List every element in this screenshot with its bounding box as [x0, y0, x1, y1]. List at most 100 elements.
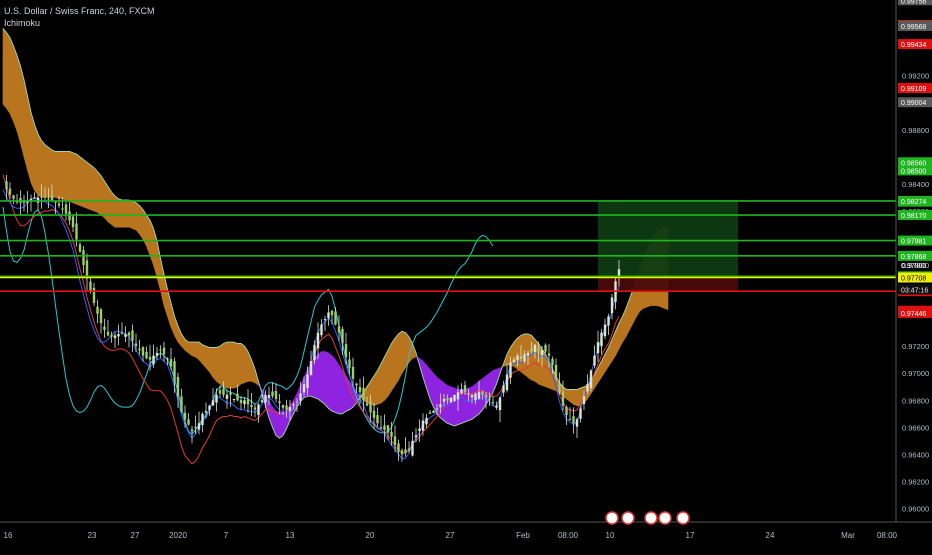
chart-canvas[interactable]: 0.984000.982000.978000.972000.970000.968… [0, 0, 932, 550]
cloud-segment [566, 389, 571, 403]
cloud-segment [384, 350, 389, 402]
candle-body [355, 383, 358, 386]
cloud-segment [6, 31, 11, 115]
cloud-segment [321, 351, 326, 405]
price-label-text: 0.98170 [901, 213, 926, 220]
candle-body [607, 316, 610, 326]
cloud-segment [20, 66, 25, 157]
candle-body [120, 332, 124, 334]
candle-body [68, 211, 71, 221]
candle-body [194, 426, 197, 428]
candle-body [344, 343, 348, 358]
candle-body [365, 403, 369, 406]
candle-body [250, 404, 253, 408]
candle-body [551, 359, 554, 366]
cloud-segment [405, 331, 410, 369]
x-tick-label: 20 [366, 531, 375, 540]
cloud-segment [118, 198, 123, 228]
candle-body [208, 405, 211, 411]
candle-body [383, 425, 386, 431]
event-marker-circle [676, 511, 690, 525]
cloud-segment [275, 410, 280, 439]
candle-body [236, 393, 239, 401]
cloud-segment [468, 386, 473, 422]
candle-body [113, 335, 117, 339]
candle-body [477, 392, 481, 399]
candle-body [278, 401, 281, 403]
candle-body [446, 397, 449, 401]
y-tick-label: 0.97000 [902, 369, 929, 378]
candle-body [428, 412, 432, 414]
candle-body [43, 196, 47, 198]
indicator-lines [2, 174, 620, 465]
candle-body [36, 197, 40, 203]
candle-body [232, 398, 236, 400]
cloud-segment [328, 352, 333, 412]
candle-body [302, 384, 306, 393]
candle-body [568, 419, 572, 421]
candle-body [211, 400, 215, 406]
cloud-segment [279, 412, 284, 439]
cloud-segment [335, 358, 340, 415]
candle-body [390, 431, 393, 437]
candle-body [484, 394, 488, 398]
price-label-text: 0.97868 [901, 254, 926, 261]
cloud-segment [121, 199, 126, 228]
candle-body [323, 319, 327, 321]
candle-body [509, 362, 512, 378]
cloud-segment [209, 347, 214, 379]
cloud-segment [233, 341, 238, 389]
cloud-segment [37, 133, 42, 199]
cloud-segment [34, 124, 39, 196]
candle-body [421, 420, 425, 431]
candle-body [537, 347, 540, 352]
cloud-segment [72, 152, 77, 205]
horizontal-levels [0, 200, 896, 292]
x-tick-label: 10 [606, 531, 615, 540]
candle-body [295, 401, 299, 403]
x-tick-label: Mar [841, 531, 855, 540]
candle-body [582, 396, 586, 405]
cloud-segment [146, 214, 151, 256]
candle-body [460, 389, 463, 394]
candle-body [309, 361, 313, 376]
x-tick-label: 17 [686, 531, 695, 540]
candle-body [439, 404, 442, 408]
candle-body [257, 404, 260, 416]
candle-body [40, 196, 43, 198]
candle-body [610, 297, 614, 314]
cloud-segment [391, 337, 396, 392]
candle-body [540, 350, 544, 356]
y-tick-label: 0.96200 [902, 477, 929, 486]
candle-body [47, 198, 50, 200]
cloud-segment [517, 334, 522, 373]
event-marker-icon [658, 511, 672, 525]
cloud-segment [531, 334, 536, 382]
indicator-legend: Ichimoku [4, 18, 41, 28]
candle-body [281, 405, 285, 408]
candle-body [418, 428, 421, 432]
cloud-segment [90, 164, 95, 212]
candle-body [215, 394, 218, 403]
price-label-text: 0.99758 [901, 0, 926, 5]
candle-body [411, 440, 414, 456]
cloud-segment [16, 55, 21, 144]
candle-body [414, 435, 418, 438]
cloud-segment [429, 368, 434, 408]
candle-body [152, 355, 155, 365]
price-label-text: 0.97800 [901, 263, 926, 270]
candle-body [306, 374, 309, 389]
candle-body [432, 411, 435, 413]
cloud-segment [188, 341, 193, 357]
cloud-segment [139, 204, 144, 241]
candle-body [533, 344, 537, 353]
x-tick-label: 16 [4, 531, 13, 540]
cloud-segment [226, 341, 231, 389]
candle-body [589, 370, 593, 388]
candle-body [292, 404, 295, 406]
cloud-segment [69, 151, 74, 204]
candle-body [442, 398, 446, 402]
candle-body [71, 216, 75, 228]
candle-body [12, 195, 15, 199]
candle-body [313, 344, 316, 361]
